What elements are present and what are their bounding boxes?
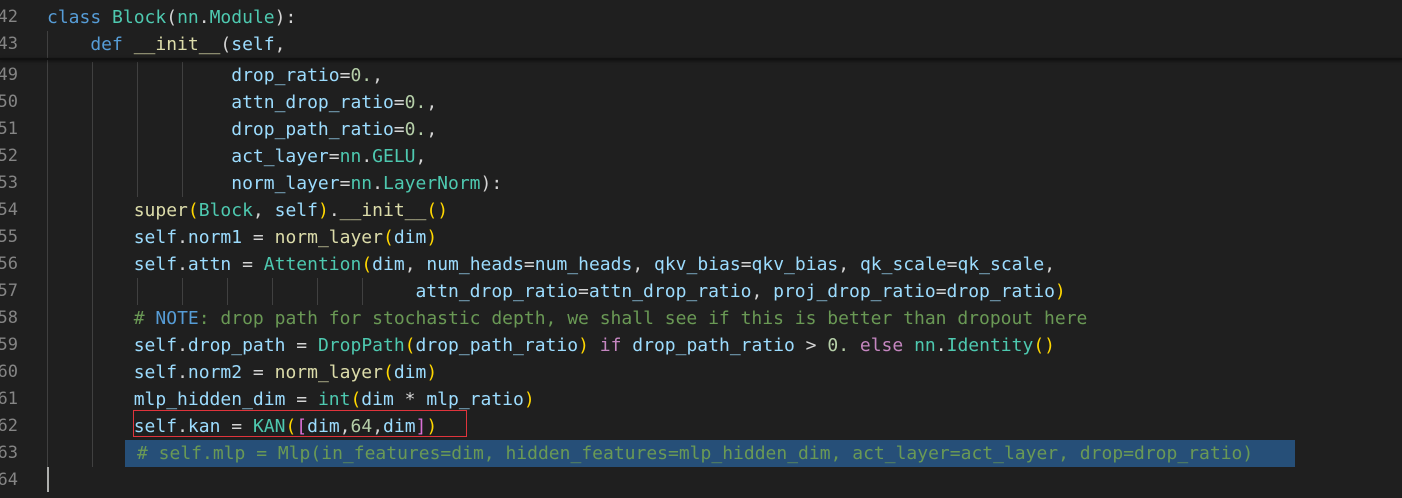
line-number: 61 xyxy=(0,389,18,409)
line-number: 59 xyxy=(0,335,18,355)
line-code: norm_layer=nn.LayerNorm): xyxy=(231,173,503,194)
line-number: 56 xyxy=(0,254,18,274)
indent-guide xyxy=(137,278,138,305)
indent-guide xyxy=(92,62,93,467)
indent-guide xyxy=(272,278,273,305)
indent-guide xyxy=(362,278,363,305)
indent-guide xyxy=(137,62,138,197)
selected-comment-line[interactable]: # self.mlp = Mlp(in_features=dim, hidden… xyxy=(125,440,1295,467)
code-line[interactable]: 57 attn_drop_ratio=attn_drop_ratio, proj… xyxy=(0,278,1402,305)
code-line[interactable]: 53 norm_layer=nn.LayerNorm): xyxy=(0,170,1402,197)
line-number: 51 xyxy=(0,119,18,139)
line-code: drop_ratio=0., xyxy=(231,65,383,86)
line-number: 55 xyxy=(0,227,18,247)
line-code: self.norm2 = norm_layer(dim) xyxy=(133,362,438,383)
indent-guide xyxy=(227,278,228,305)
line-number: 58 xyxy=(0,308,18,328)
line-number: 60 xyxy=(0,362,18,382)
line-code: super(Block, self).__init__() xyxy=(133,200,449,221)
line-number: 53 xyxy=(0,173,18,193)
line-number: 43 xyxy=(0,34,18,54)
line-number: 57 xyxy=(0,281,18,301)
code-line[interactable]: 52 act_layer=nn.GELU, xyxy=(0,143,1402,170)
indent-guide xyxy=(182,278,183,305)
line-number: 49 xyxy=(0,65,18,85)
line-number: 52 xyxy=(0,146,18,166)
line-code: class Block(nn.Module): xyxy=(47,7,297,28)
line-number: 63 xyxy=(0,443,18,463)
line-number: 42 xyxy=(0,7,18,27)
code-line[interactable]: 54 super(Block, self).__init__() xyxy=(0,197,1402,224)
code-editor[interactable]: 42 class Block(nn.Module): 43 def __init__… xyxy=(0,0,1402,498)
code-line[interactable]: 43 def __init__(self, xyxy=(0,31,1402,58)
code-line[interactable]: 56 self.attn = Attention(dim, num_heads=… xyxy=(0,251,1402,278)
line-number: 62 xyxy=(0,416,18,436)
line-number: 50 xyxy=(0,92,18,112)
line-number: 54 xyxy=(0,200,18,220)
code-line[interactable]: 42 class Block(nn.Module): xyxy=(0,4,1402,31)
kan-highlight-box xyxy=(133,410,467,437)
code-line[interactable]: 50 attn_drop_ratio=0., xyxy=(0,89,1402,116)
code-line[interactable]: 51 drop_path_ratio=0., xyxy=(0,116,1402,143)
line-code: self.norm1 = norm_layer(dim) xyxy=(133,227,438,248)
code-line[interactable]: 59 self.drop_path = DropPath(drop_path_r… xyxy=(0,332,1402,359)
indent-guide xyxy=(182,62,183,197)
line-code: mlp_hidden_dim = int(dim * mlp_ratio) xyxy=(133,389,535,410)
code-line[interactable]: 55 self.norm1 = norm_layer(dim) xyxy=(0,224,1402,251)
sticky-scroll-divider xyxy=(0,58,1402,60)
code-line[interactable]: 49 drop_ratio=0., xyxy=(0,62,1402,89)
selected-comment-text: # self.mlp = Mlp(in_features=dim, hidden… xyxy=(137,443,1254,464)
code-line[interactable]: 64 xyxy=(0,467,1402,494)
line-code: self.attn = Attention(dim, num_heads=num… xyxy=(133,254,1056,275)
text-cursor xyxy=(47,467,49,492)
code-line[interactable]: 58 # NOTE: drop path for stochastic dept… xyxy=(0,305,1402,332)
line-code: attn_drop_ratio=0., xyxy=(231,92,438,113)
line-code: def __init__(self, xyxy=(47,34,286,55)
line-code: act_layer=nn.GELU, xyxy=(231,146,427,167)
line-number: 64 xyxy=(0,470,18,490)
line-code: attn_drop_ratio=attn_drop_ratio, proj_dr… xyxy=(415,281,1066,302)
line-code: drop_path_ratio=0., xyxy=(231,119,438,140)
code-line[interactable]: 61 mlp_hidden_dim = int(dim * mlp_ratio) xyxy=(0,386,1402,413)
line-code: # NOTE: drop path for stochastic depth, … xyxy=(133,308,1088,329)
indent-guide xyxy=(47,31,48,467)
code-line[interactable]: 60 self.norm2 = norm_layer(dim) xyxy=(0,359,1402,386)
line-code: self.drop_path = DropPath(drop_path_rati… xyxy=(133,335,1055,356)
indent-guide xyxy=(317,278,318,305)
